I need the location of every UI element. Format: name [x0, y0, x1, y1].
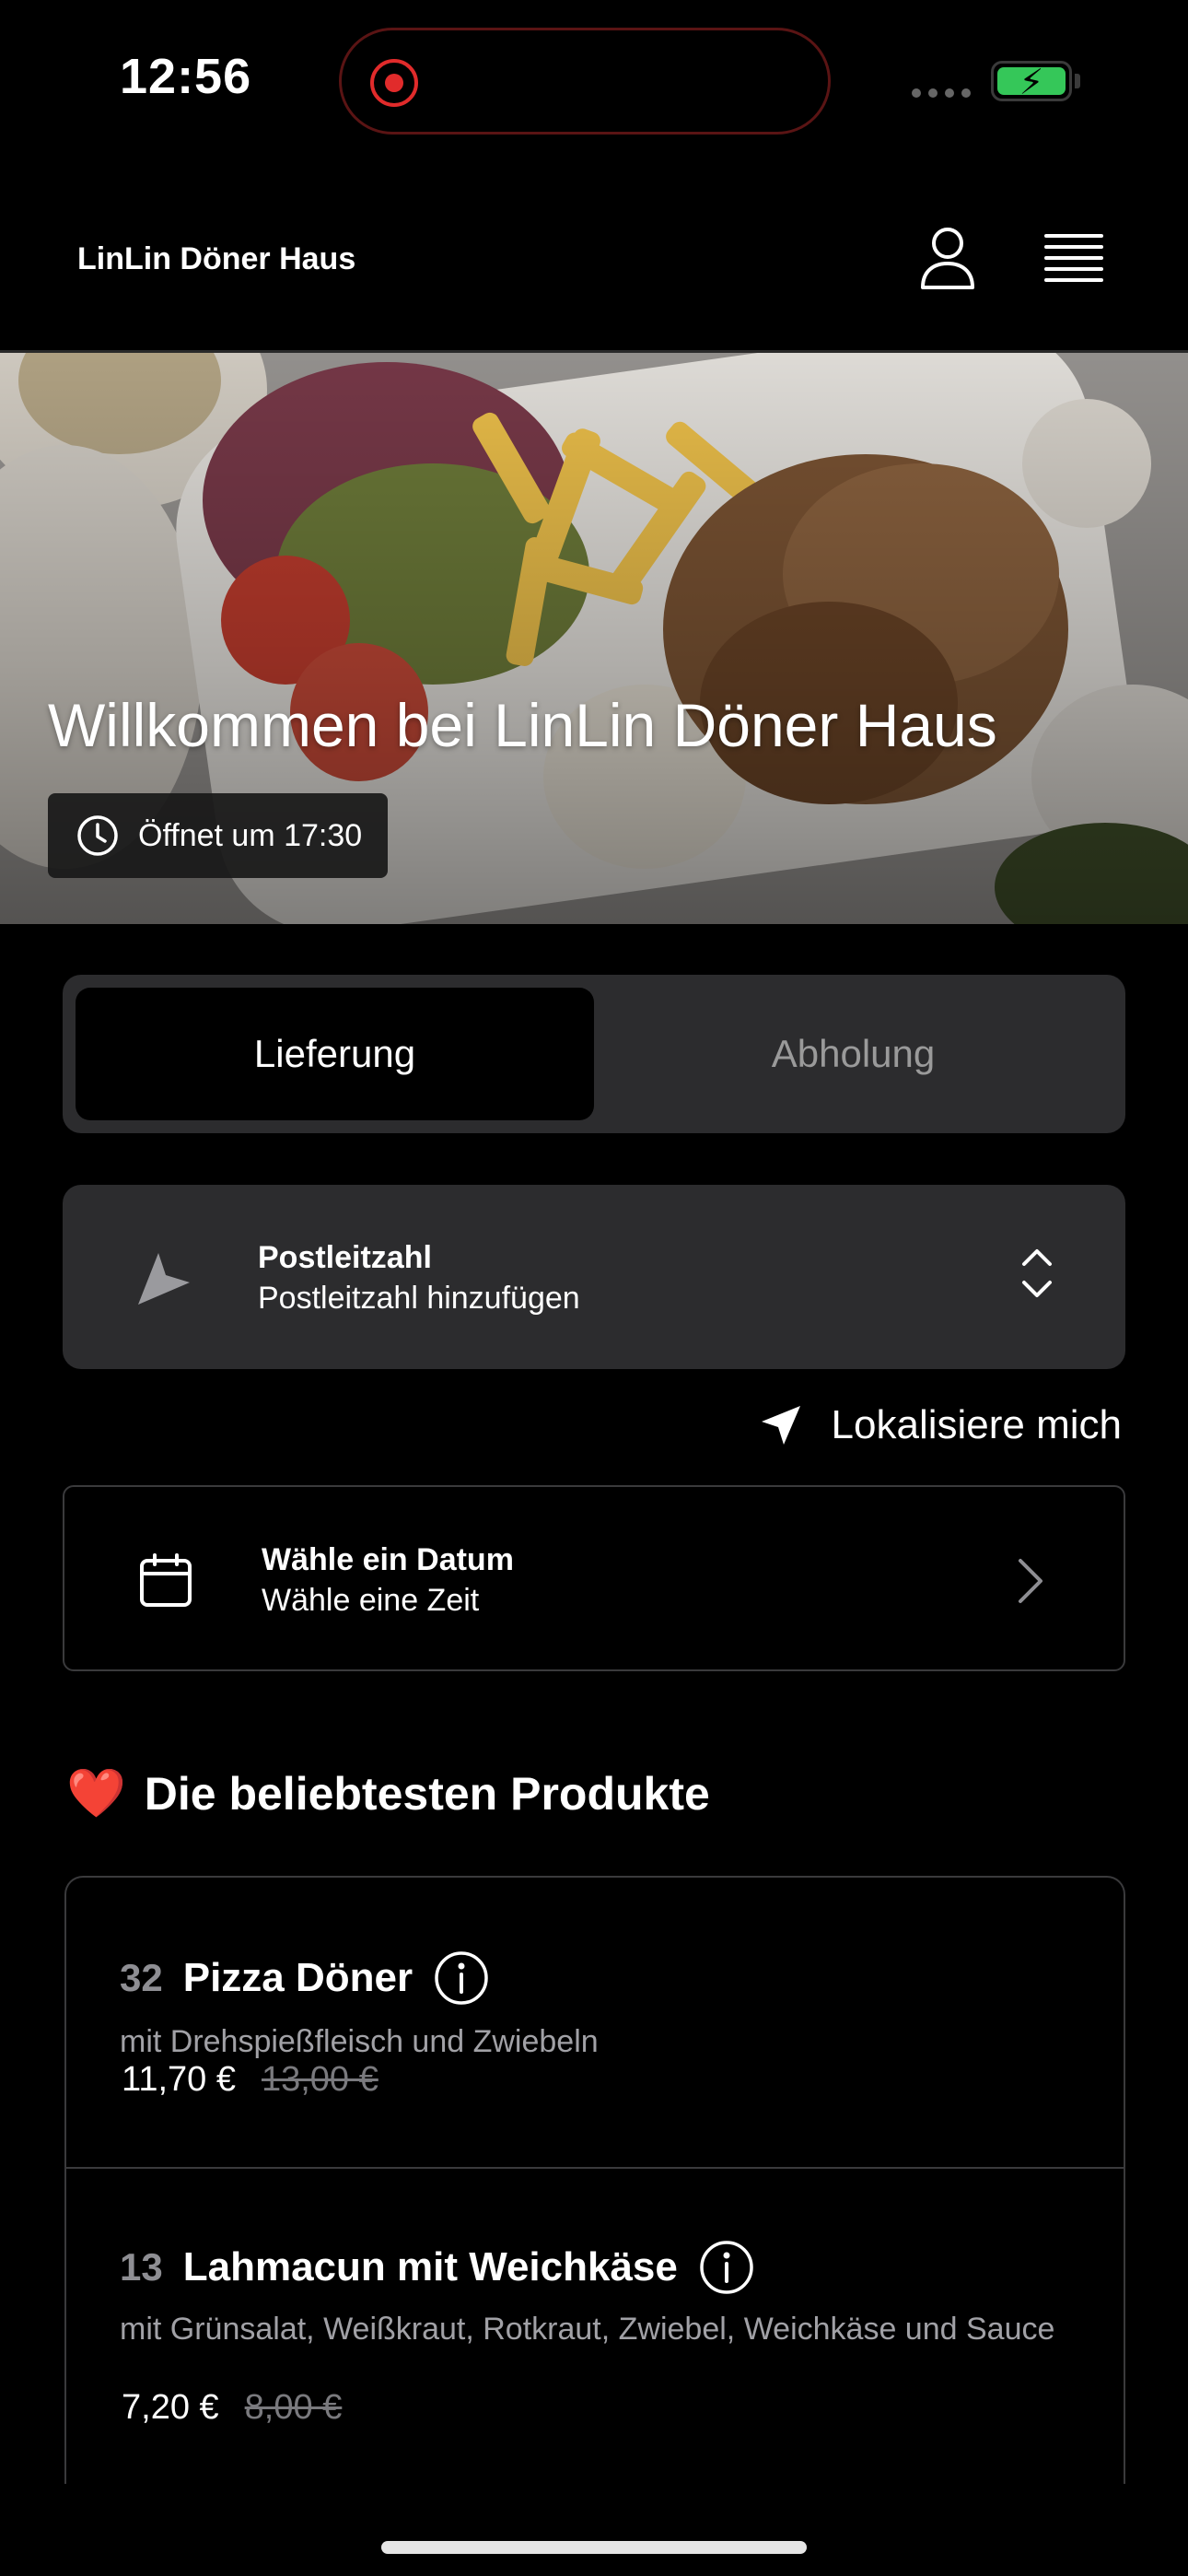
product-number: 32	[120, 1956, 163, 1999]
product-number: 13	[120, 2245, 163, 2289]
recording-indicator-icon	[370, 59, 418, 107]
date-time-selector[interactable]: Wähle ein Datum Wähle eine Zeit	[63, 1485, 1125, 1671]
product-prices: 7,20 € 8,00 €	[122, 2388, 342, 2428]
hamburger-icon[interactable]	[1044, 234, 1103, 282]
product-description: mit Drehspießfleisch und Zwiebeln	[120, 2024, 599, 2059]
product-old-price: 13,00 €	[261, 2060, 379, 2099]
hero-banner: Willkommen bei LinLin Döner Haus Öffnet …	[0, 353, 1188, 924]
time-subtitle: Wähle eine Zeit	[262, 1583, 480, 1618]
product-description: mit Grünsalat, Weißkraut, Rotkraut, Zwie…	[120, 2312, 1055, 2347]
location-arrow-icon	[761, 1406, 800, 1445]
navigation-arrow-icon	[138, 1253, 190, 1305]
clock-icon	[77, 815, 118, 856]
popular-products-heading: ❤️ Die beliebtesten Produkte	[66, 1767, 710, 1821]
chevron-right-icon	[1019, 1559, 1042, 1603]
status-time: 12:56	[120, 49, 252, 104]
product-name: Pizza Döner	[182, 1955, 413, 2000]
opening-time-label: Öffnet um 17:30	[138, 817, 363, 853]
app-screen: 12:56 ⚡ LinLin Döner Haus Willkommen bei…	[0, 0, 1188, 2576]
locate-me-button[interactable]: Lokalisiere mich	[758, 1402, 1122, 1448]
postcode-title: Postleitzahl	[258, 1240, 432, 1275]
product-header: 13 Lahmacun mit Weichkäse	[120, 2239, 755, 2296]
opening-time-badge: Öffnet um 17:30	[48, 793, 389, 878]
tab-lieferung[interactable]: Lieferung	[76, 988, 594, 1120]
product-price: 7,20 €	[122, 2388, 219, 2427]
info-icon[interactable]	[698, 2239, 755, 2296]
product-prices: 11,70 € 13,00 €	[122, 2060, 379, 2100]
product-name: Lahmacun mit Weichkäse	[182, 2244, 678, 2289]
home-indicator[interactable]	[381, 2541, 807, 2554]
charging-bolt-icon: ⚡	[1019, 64, 1044, 102]
postcode-placeholder: Postleitzahl hinzufügen	[258, 1281, 580, 1316]
product-price: 11,70 €	[122, 2060, 236, 2099]
tab-abholung[interactable]: Abholung	[594, 988, 1112, 1120]
locate-me-label: Lokalisiere mich	[831, 1402, 1122, 1447]
signal-icon	[912, 88, 971, 98]
product-header: 32 Pizza Döner	[120, 1950, 490, 2007]
up-down-chevron-icon	[1022, 1249, 1052, 1297]
brand-title[interactable]: LinLin Döner Haus	[77, 241, 355, 277]
order-mode-toggle: Lieferung Abholung	[63, 975, 1125, 1133]
date-title: Wähle ein Datum	[262, 1542, 514, 1577]
product-item[interactable]: 13 Lahmacun mit Weichkäse mit Grünsalat,…	[66, 2169, 1124, 2484]
battery-cap	[1075, 74, 1080, 88]
product-old-price: 8,00 €	[244, 2388, 343, 2427]
hero-title: Willkommen bei LinLin Döner Haus	[48, 691, 997, 759]
calendar-icon	[140, 1553, 192, 1607]
info-icon[interactable]	[433, 1950, 490, 2007]
user-icon[interactable]	[917, 225, 978, 291]
product-item[interactable]: 32 Pizza Döner mit Drehspießfleisch und …	[66, 1878, 1124, 2167]
heart-icon: ❤️	[66, 1767, 126, 1821]
popular-heading-label: Die beliebtesten Produkte	[144, 1768, 710, 1820]
product-list: 32 Pizza Döner mit Drehspießfleisch und …	[64, 1876, 1125, 2484]
postcode-selector[interactable]: Postleitzahl Postleitzahl hinzufügen	[63, 1185, 1125, 1369]
battery-icon: ⚡	[991, 61, 1072, 102]
